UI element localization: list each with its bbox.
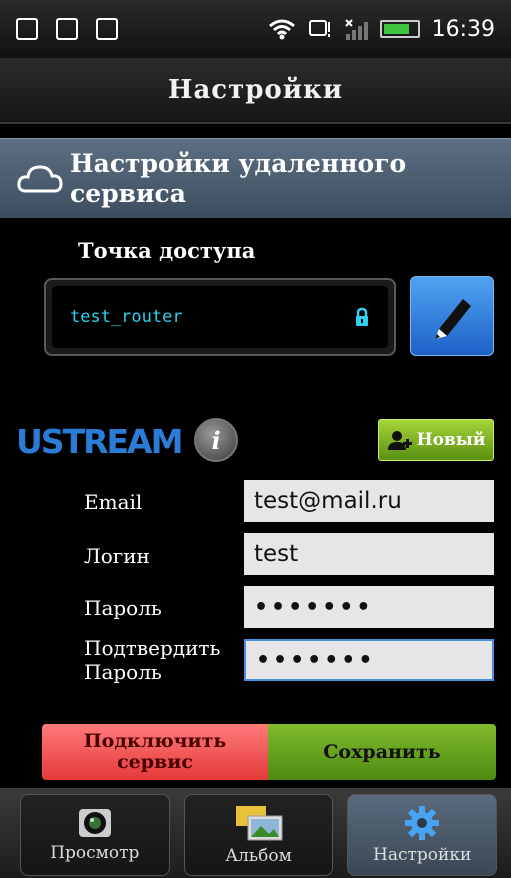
confirm-password-label: Подтвердить Пароль xyxy=(84,636,221,684)
camera-lens-icon xyxy=(78,809,111,837)
title-bar: Настройки xyxy=(0,58,511,124)
new-button-label: Новый xyxy=(416,430,486,450)
login-label: Логин xyxy=(84,544,150,568)
cloud-icon xyxy=(17,164,63,192)
connect-service-button[interactable]: Подключить сервис xyxy=(42,724,268,780)
video-notification-icon xyxy=(96,18,118,40)
confirm-password-field[interactable]: ••••••• xyxy=(244,639,494,681)
access-point-label: Точка доступа xyxy=(78,238,256,263)
access-point-field[interactable]: test_router xyxy=(44,278,396,356)
edit-access-point-button[interactable] xyxy=(410,276,494,356)
nav-item-settings[interactable]: Настройки xyxy=(347,794,498,876)
album-icon xyxy=(235,806,282,841)
wifi-icon xyxy=(268,19,295,40)
signal-icon xyxy=(344,19,368,40)
status-bar: 16:39 xyxy=(0,0,511,58)
download-check-icon xyxy=(56,18,78,40)
battery-icon xyxy=(379,20,420,38)
add-user-icon xyxy=(387,431,412,450)
password-field[interactable]: ••••••• xyxy=(244,586,494,628)
access-point-value: test_router xyxy=(70,307,183,327)
image-notification-icon xyxy=(16,18,38,40)
nav-label-view: Просмотр xyxy=(50,843,140,863)
nav-item-view[interactable]: Просмотр xyxy=(20,794,170,876)
section-title: Настройки удаленного сервиса xyxy=(70,148,407,208)
bottom-nav: Просмотр Альбом Настройки xyxy=(0,788,511,878)
phone-alert-icon xyxy=(308,20,330,37)
login-field[interactable]: test xyxy=(244,533,494,575)
save-button[interactable]: Сохранить xyxy=(268,724,496,780)
page-title: Настройки xyxy=(167,75,344,105)
password-label: Пароль xyxy=(84,596,162,620)
info-button[interactable]: i xyxy=(194,418,238,462)
nav-label-settings: Настройки xyxy=(373,845,472,865)
nav-item-album[interactable]: Альбом xyxy=(183,794,334,876)
status-time: 16:39 xyxy=(431,16,495,42)
email-field[interactable]: test@mail.ru xyxy=(244,480,494,522)
new-account-button[interactable]: Новый xyxy=(378,419,494,461)
lock-icon xyxy=(356,307,368,326)
remote-service-section-header: Настройки удаленного сервиса xyxy=(0,138,511,218)
email-label: Email xyxy=(84,490,143,514)
pencil-icon xyxy=(435,299,471,339)
gear-icon xyxy=(405,806,440,840)
ustream-logo: USTREAM xyxy=(16,422,183,461)
nav-label-album: Альбом xyxy=(225,846,292,866)
